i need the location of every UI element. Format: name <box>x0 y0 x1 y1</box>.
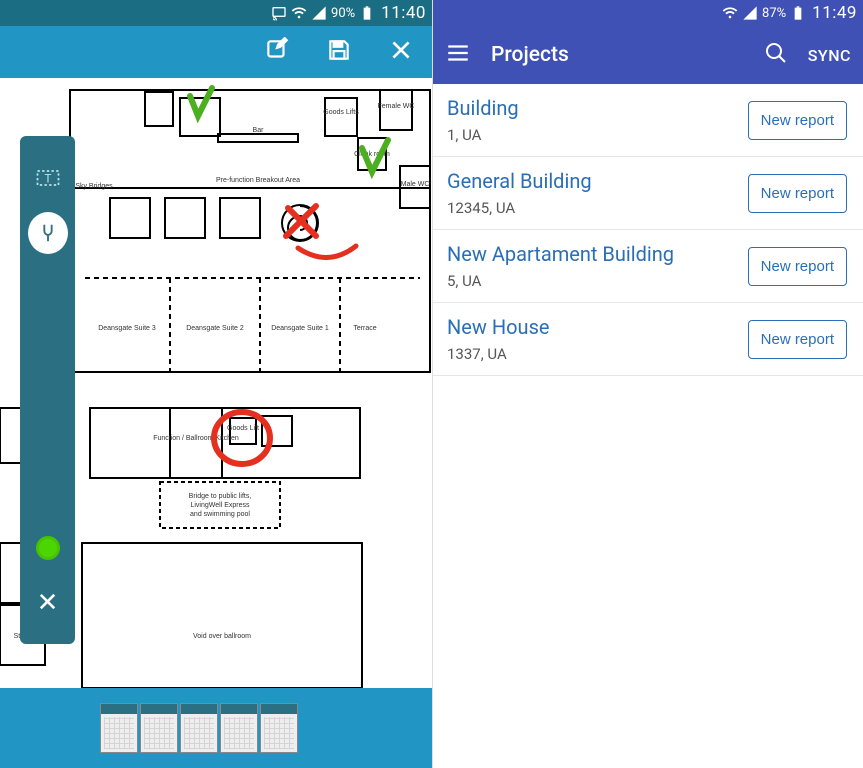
close-icon <box>388 37 414 63</box>
status-time: 11:49 <box>812 3 857 23</box>
svg-text:Female WC: Female WC <box>378 103 415 110</box>
list-item[interactable]: New Apartament Building 5, UA New report <box>433 230 863 303</box>
project-sub: 1337, UA <box>447 345 550 363</box>
draw-tool[interactable] <box>28 205 68 260</box>
new-report-button[interactable]: New report <box>748 101 847 140</box>
save-icon <box>326 37 352 63</box>
project-name: General Building <box>447 169 592 193</box>
left-phone-floorplan-editor: 90% 11:40 <box>0 0 432 768</box>
close-button[interactable] <box>388 37 414 67</box>
svg-text:Terrace: Terrace <box>353 325 376 332</box>
list-item[interactable]: Building 1, UA New report <box>433 84 863 157</box>
save-button[interactable] <box>326 37 352 67</box>
thumbnail[interactable] <box>100 703 138 753</box>
tuning-fork-icon <box>37 222 59 244</box>
signal-icon <box>311 5 327 21</box>
search-icon <box>764 41 788 65</box>
wifi-icon <box>291 5 307 21</box>
app-header: Projects SYNC <box>433 26 863 84</box>
svg-text:Male WC: Male WC <box>401 181 430 188</box>
svg-text:Function / Ballroom Kitchen: Function / Ballroom Kitchen <box>153 435 239 442</box>
list-item[interactable]: New House 1337, UA New report <box>433 303 863 376</box>
green-dot-icon <box>36 536 60 560</box>
battery-percent: 87% <box>762 6 786 21</box>
text-tool[interactable]: T <box>28 150 68 205</box>
palette-close[interactable]: ✕ <box>28 575 68 630</box>
project-name: Building <box>447 96 519 120</box>
svg-text:Goods Lift: Goods Lift <box>227 425 259 432</box>
svg-text:Pre-function Breakout Area: Pre-function Breakout Area <box>216 177 300 184</box>
thumbnail-strip <box>0 688 432 768</box>
cast-icon <box>271 5 287 21</box>
status-icons: 87% <box>722 5 806 21</box>
status-bar: 90% 11:40 <box>0 0 432 26</box>
project-sub: 1, UA <box>447 126 519 144</box>
svg-text:T: T <box>44 171 51 185</box>
thumbnail[interactable] <box>140 703 178 753</box>
right-phone-projects-list: 87% 11:49 Projects SYNC Building 1, UA N… <box>432 0 863 768</box>
list-item[interactable]: General Building 12345, UA New report <box>433 157 863 230</box>
thumbnail[interactable] <box>260 703 298 753</box>
project-name: New House <box>447 315 550 339</box>
edit-note-icon <box>264 37 290 63</box>
hamburger-icon <box>445 40 471 66</box>
tool-palette: T ✕ <box>20 136 75 644</box>
page-title: Projects <box>491 43 744 67</box>
svg-text:Deansgate Suite 1: Deansgate Suite 1 <box>271 325 329 332</box>
status-icons: 90% <box>271 5 375 21</box>
color-indicator[interactable] <box>28 520 68 575</box>
new-report-button[interactable]: New report <box>748 320 847 359</box>
battery-icon <box>790 5 806 21</box>
bridge-caption: Bridge to public lifts,LivingWell Expres… <box>189 493 252 518</box>
project-list: Building 1, UA New report General Buildi… <box>433 84 863 376</box>
search-button[interactable] <box>764 41 788 69</box>
close-icon: ✕ <box>37 588 59 618</box>
project-sub: 5, UA <box>447 272 674 290</box>
thumbnail[interactable] <box>220 703 258 753</box>
thumbnail[interactable] <box>180 703 218 753</box>
project-name: New Apartament Building <box>447 242 674 266</box>
svg-text:Goods Lifts: Goods Lifts <box>323 109 359 116</box>
sync-button[interactable]: SYNC <box>808 46 851 65</box>
new-report-button[interactable]: New report <box>748 247 847 286</box>
svg-text:Bar: Bar <box>253 127 265 134</box>
battery-icon <box>359 5 375 21</box>
two-phone-screenshots: 90% 11:40 <box>0 0 863 768</box>
project-sub: 12345, UA <box>447 199 592 217</box>
svg-text:Void over ballroom: Void over ballroom <box>193 633 251 640</box>
svg-text:Deansgate Suite 2: Deansgate Suite 2 <box>186 325 244 332</box>
svg-text:Sky Bridges: Sky Bridges <box>75 183 113 190</box>
status-bar: 87% 11:49 <box>433 0 863 26</box>
menu-button[interactable] <box>445 40 471 70</box>
new-report-button[interactable]: New report <box>748 174 847 213</box>
status-time: 11:40 <box>381 3 426 23</box>
text-box-icon: T <box>34 164 62 192</box>
wifi-icon <box>722 5 738 21</box>
editor-toolbar <box>0 26 432 78</box>
edit-button[interactable] <box>264 37 290 67</box>
battery-percent: 90% <box>331 6 355 21</box>
svg-text:Deansgate Suite 3: Deansgate Suite 3 <box>98 325 156 332</box>
signal-icon <box>742 5 758 21</box>
